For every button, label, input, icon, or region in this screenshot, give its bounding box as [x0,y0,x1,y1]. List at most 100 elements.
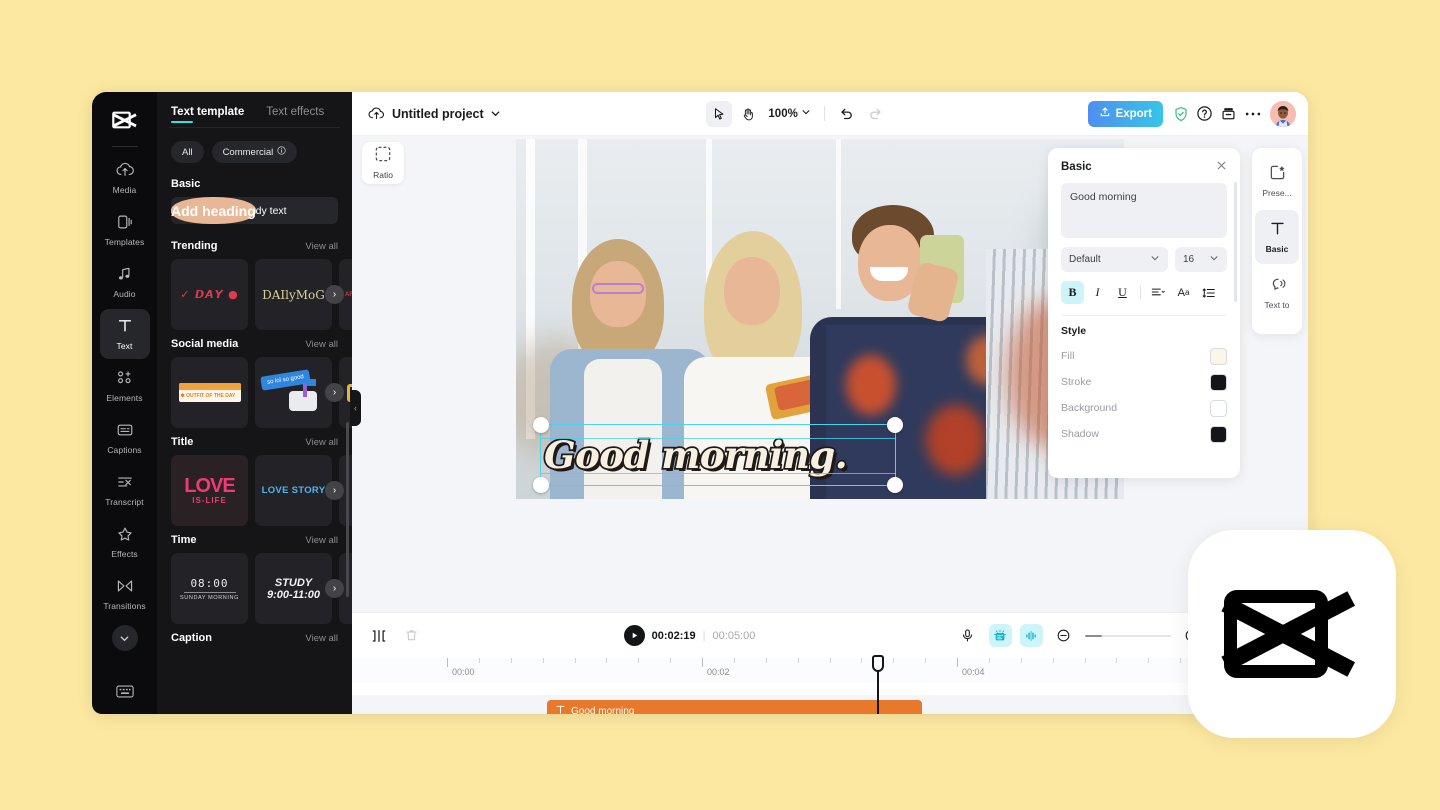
timeline-playhead[interactable] [872,655,884,714]
hand-icon[interactable] [735,101,761,127]
sidebar-item-captions[interactable]: Captions [100,413,150,463]
tab-text-effects[interactable]: Text effects [266,106,324,127]
view-all-link[interactable]: View all [305,437,338,448]
sidebar-item-templates[interactable]: Templates [100,205,150,255]
ruler-minor-tick [1116,658,1118,663]
right-rail-item-label: Basic [1265,243,1289,254]
sidebar-item-transitions[interactable]: Transitions [100,569,150,619]
line-spacing-icon[interactable] [1197,281,1220,304]
zoom-level-selector[interactable]: 100% [764,107,814,120]
resize-handle-top-right[interactable] [887,417,903,433]
style-row-label: Background [1061,402,1118,414]
timeline-zoom-slider[interactable] [1084,634,1171,637]
template-thumbnail[interactable]: 08:00 SUNDAY MORNING [171,553,248,624]
ratio-button-label: Ratio [373,170,393,180]
template-thumbnail[interactable]: STUDY 9:00-11:00 [255,553,332,624]
project-title-chevron-down-icon[interactable] [484,102,508,126]
cursor-arrow-icon[interactable] [706,100,733,127]
row-next-arrow-icon[interactable]: › [325,579,344,598]
project-title[interactable]: Untitled project [392,107,484,121]
export-button[interactable]: Export [1087,100,1163,127]
text-content-input[interactable]: Good morning [1061,183,1227,238]
template-thumbnail[interactable]: DAIlyMoG [255,259,332,330]
add-heading-button[interactable]: Add heading [171,197,256,224]
chip-all[interactable]: All [171,141,204,163]
sidebar-item-transcript[interactable]: Transcript [100,465,150,515]
bold-icon[interactable]: B [1061,281,1084,304]
sidebar-item-audio[interactable]: Audio [100,257,150,307]
template-thumbnail[interactable]: LOVE IS-LIFE [171,455,248,526]
playhead-knob[interactable] [872,655,884,672]
italic-icon[interactable]: I [1086,281,1109,304]
right-tool-rail: Prese... Basic Text to [1252,148,1302,334]
capcut-logo-icon[interactable] [105,100,145,140]
stack-icon[interactable] [1217,102,1241,126]
timeline-ruler[interactable]: 00:0000:0200:0400:06 [352,658,1308,683]
auto-caption-icon[interactable] [988,624,1012,647]
sidebar-item-effects[interactable]: Effects [100,517,150,567]
template-thumbnail[interactable]: LOVE STORY [255,455,332,526]
more-horizontal-icon[interactable] [1241,102,1265,126]
text-baseline-guide [541,438,895,474]
video-preview-stage[interactable]: Good morning. [516,139,1124,499]
microphone-icon[interactable] [955,623,981,649]
zoom-chevron-down-icon [801,107,811,120]
right-rail-item-preset[interactable]: Prese... [1255,154,1299,208]
letter-case-icon[interactable]: Aa [1172,281,1195,304]
text-selection-box[interactable] [533,417,903,493]
time-separator: | [702,629,706,642]
undo-icon[interactable] [834,101,860,127]
cloud-sync-icon[interactable] [364,102,388,126]
sidebar-item-media[interactable]: Media [100,153,150,203]
thumbnail-row-trending: ✓ 𝘿𝘼𝙔 ● DAIlyMoG AFTER › [157,259,352,330]
panel-collapse-chevron-icon[interactable]: ‹ [350,390,361,426]
ruler-minor-tick [638,658,640,663]
resize-handle-bottom-right[interactable] [887,477,903,493]
template-thumbnail[interactable]: so lol so good [255,357,332,428]
text-t-icon [555,704,566,714]
view-all-link[interactable]: View all [305,241,338,252]
row-next-arrow-icon[interactable]: › [325,383,344,402]
sidebar-item-text[interactable]: Text [99,309,150,359]
template-panel-scrollbar[interactable] [346,422,349,597]
question-circle-icon[interactable] [1193,102,1217,126]
chip-commercial[interactable]: Commercial [211,141,298,163]
underline-icon[interactable]: U [1111,281,1134,304]
row-next-arrow-icon[interactable]: › [325,481,344,500]
color-swatch[interactable] [1210,347,1227,365]
sidebar-item-label: Transcript [105,496,144,507]
color-swatch[interactable] [1210,399,1227,417]
view-all-link[interactable]: View all [305,339,338,350]
keyboard-shortcuts-icon[interactable] [115,684,134,714]
color-swatch[interactable] [1210,373,1227,391]
template-thumbnail[interactable]: ✽ OUTFIT OF THE DAY [171,357,248,428]
color-swatch[interactable] [1210,425,1227,443]
user-avatar[interactable] [1269,100,1296,127]
right-rail-item-text-to-speech[interactable]: Text to [1255,266,1299,320]
font-family-select[interactable]: Default [1061,247,1168,272]
split-clip-icon[interactable] [366,623,392,649]
close-icon[interactable] [1216,160,1227,173]
align-left-icon[interactable] [1147,281,1170,304]
view-all-link[interactable]: View all [305,535,338,546]
view-all-link[interactable]: View all [305,633,338,644]
play-button[interactable] [623,625,645,646]
zoom-out-icon[interactable] [1051,623,1077,649]
trash-icon[interactable] [398,623,424,649]
redo-icon[interactable] [863,101,889,127]
shield-check-icon[interactable] [1169,102,1193,126]
template-thumbnail[interactable]: ✓ 𝘿𝘼𝙔 ● [171,259,248,330]
row-next-arrow-icon[interactable]: › [325,285,344,304]
sidebar-item-elements[interactable]: Elements [100,361,150,411]
right-rail-item-basic[interactable]: Basic [1255,210,1299,264]
resize-handle-bottom-left[interactable] [533,477,549,493]
ratio-button[interactable]: Ratio [362,142,404,184]
audio-split-icon[interactable] [1019,624,1043,647]
text-clip[interactable]: Good morning [547,700,922,714]
font-size-select[interactable]: 16 [1175,247,1227,272]
properties-scrollbar[interactable] [1234,182,1237,302]
top-toolbar: Untitled project 100% Export [352,92,1308,136]
tab-text-template[interactable]: Text template [171,106,244,127]
rail-collapse-chevron-icon[interactable] [111,625,138,651]
resize-handle-top-left[interactable] [533,417,549,433]
